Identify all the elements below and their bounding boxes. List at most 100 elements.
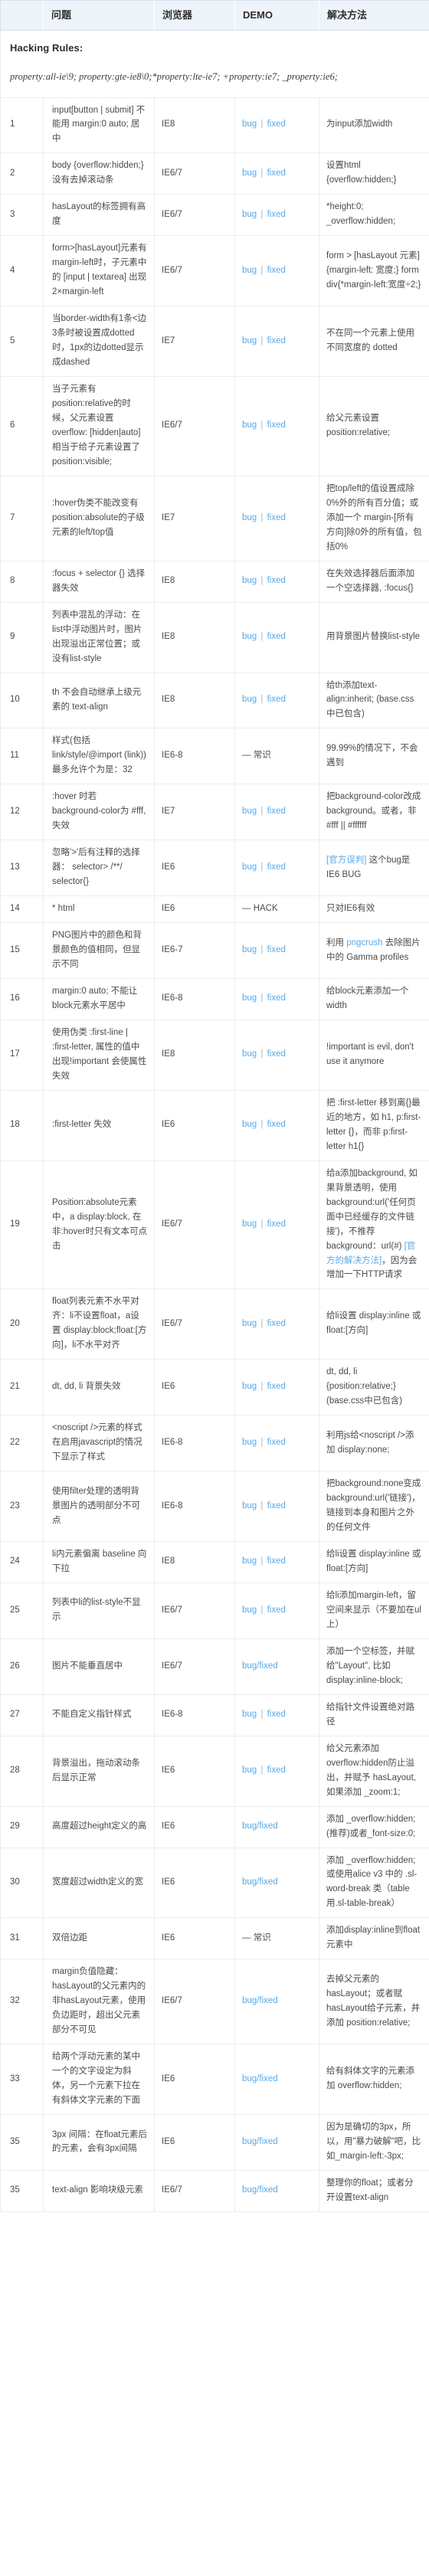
bug-link[interactable]: bug [242, 695, 257, 704]
fixed-link[interactable]: fixed [267, 1438, 286, 1447]
bug-fixed-link[interactable]: bug/fixed [242, 2074, 278, 2083]
browser-cell: IE8 [154, 1019, 235, 1091]
browser-cell: IE6-8 [154, 1471, 235, 1542]
table-row: 32 margin负值隐藏：hasLayout的父元素内的非hasLayout元素… [0, 1959, 429, 2044]
browser-cell: IE7 [154, 475, 235, 561]
fixed-link[interactable]: fixed [267, 169, 286, 178]
demo-cell: bug/fixed [234, 2169, 319, 2212]
bug-link[interactable]: bug [242, 266, 257, 275]
bug-link[interactable]: bug [242, 1219, 257, 1229]
issue-cell: <noscript />元素的样式在启用javascript的情况下显示了样式 [43, 1415, 155, 1471]
fixed-link[interactable]: fixed [267, 266, 286, 275]
bug-link[interactable]: bug [242, 1501, 257, 1511]
fixed-link[interactable]: fixed [267, 513, 286, 522]
table-row: 25 列表中li的list-style不显示 IE6/7 bug | fixed 给li… [0, 1582, 429, 1639]
issue-cell: th 不会自动继承上级元素的 text-align [43, 672, 155, 728]
bug-link[interactable]: bug [242, 119, 257, 129]
bug-link[interactable]: bug [242, 993, 257, 1003]
bug-link[interactable]: bug [242, 169, 257, 178]
fixed-link[interactable]: fixed [267, 807, 286, 816]
issue-cell: 当子元素有position:relative的时候，父元素设置overflow:… [43, 376, 155, 476]
column-header-fix: 解决方法 [319, 0, 429, 31]
fix-reference-link[interactable]: [官方的解决方法] [326, 1242, 415, 1265]
demo-cell: bug | fixed [234, 978, 319, 1020]
bug-link[interactable]: bug [242, 1120, 257, 1129]
fixed-link[interactable]: fixed [267, 945, 286, 954]
bug-fixed-link[interactable]: bug/fixed [242, 1877, 278, 1887]
fix-cell: 整理你的float；或者分开设置text-align [319, 2169, 429, 2212]
table-row: 23 使用filter处理的透明背景图片的透明部分不可点 IE6-8 bug | fi… [0, 1471, 429, 1542]
fix-cell: 为input添加width [319, 97, 429, 153]
fix-cell: 去掉父元素的hasLayout；或者赋hasLayout给子元素，并添加 pos… [319, 1959, 429, 2044]
hacking-rules-section: Hacking Rules: property:all-ie\9; proper… [0, 30, 429, 98]
fix-cell: 给指针文件设置绝对路径 [319, 1694, 429, 1736]
fix-cell: 给父元素设置 position:relative; [319, 376, 429, 476]
demo-separator: | [258, 265, 266, 275]
bug-link[interactable]: bug [242, 576, 257, 585]
bug-link[interactable]: bug [242, 1382, 257, 1391]
fixed-link[interactable]: fixed [267, 862, 286, 872]
fix-reference-link[interactable]: pngcrush [346, 938, 382, 948]
bug-fixed-link[interactable]: bug/fixed [242, 1996, 278, 2005]
fixed-link[interactable]: fixed [267, 1049, 286, 1059]
issue-cell: dt, dd, li 背景失效 [43, 1359, 155, 1416]
row-number: 35 [0, 2169, 44, 2212]
bug-link[interactable]: bug [242, 632, 257, 641]
fixed-link[interactable]: fixed [267, 1501, 286, 1511]
fixed-link[interactable]: fixed [267, 1605, 286, 1615]
fixed-link[interactable]: fixed [267, 421, 286, 430]
bug-link[interactable]: bug [242, 336, 257, 345]
demo-note: — 常识 [242, 1933, 271, 1943]
demo-cell: bug | fixed [234, 560, 319, 603]
fixed-link[interactable]: fixed [267, 632, 286, 641]
row-number: 7 [0, 475, 44, 561]
bug-link[interactable]: bug [242, 1319, 257, 1328]
fix-cell: 利用 pngcrush 去除图片中的 Gamma profiles [319, 922, 429, 979]
bug-link[interactable]: bug [242, 421, 257, 430]
issue-cell: 样式(包括 link/style/@import (link)) 最多允许个为是… [43, 728, 155, 784]
issue-cell: 忽略'>'后有注释的选择器： selector> /**/ selector{} [43, 840, 155, 896]
demo-separator: | [258, 1219, 266, 1229]
bug-link[interactable]: bug [242, 807, 257, 816]
fixed-link[interactable]: fixed [267, 1319, 286, 1328]
fixed-link[interactable]: fixed [267, 576, 286, 585]
bug-fixed-link[interactable]: bug/fixed [242, 1661, 278, 1671]
fixed-link[interactable]: fixed [267, 1556, 286, 1566]
bug-link[interactable]: bug [242, 513, 257, 522]
bug-link[interactable]: bug [242, 1049, 257, 1059]
bug-link[interactable]: bug [242, 1766, 257, 1775]
table-row: 9 列表中混乱的浮动：在list中浮动图片时，图片出现溢出正常位置；或没有list… [0, 601, 429, 673]
fix-reference-link[interactable]: [官方误判] [326, 856, 366, 865]
fixed-link[interactable]: fixed [267, 695, 286, 704]
fixed-link[interactable]: fixed [267, 1710, 286, 1719]
bug-link[interactable]: bug [242, 1556, 257, 1566]
fixed-link[interactable]: fixed [267, 1219, 286, 1229]
bug-fixed-link[interactable]: bug/fixed [242, 2185, 278, 2195]
bug-link[interactable]: bug [242, 210, 257, 219]
fixed-link[interactable]: fixed [267, 993, 286, 1003]
bug-link[interactable]: bug [242, 1710, 257, 1719]
fixed-link[interactable]: fixed [267, 1382, 286, 1391]
table-row: 15 PNG图片中的颜色和背景颜色的值相同，但显示不同 IE6-7 bug | fix… [0, 922, 429, 979]
table-row: 17 使用伪类 :first-line | :first-letter, 属性的值… [0, 1019, 429, 1091]
bug-link[interactable]: bug [242, 945, 257, 954]
demo-separator: | [258, 119, 266, 129]
table-row: 29 高度超过height定义的高 IE6 bug/fixed 添加 _overflow… [0, 1805, 429, 1848]
browser-cell: IE6 [154, 1917, 235, 1959]
fix-cell: !important is evil, don't use it anymore [319, 1019, 429, 1091]
bug-fixed-link[interactable]: bug/fixed [242, 1822, 278, 1831]
fixed-link[interactable]: fixed [267, 336, 286, 345]
fixed-link[interactable]: fixed [267, 119, 286, 129]
bug-link[interactable]: bug [242, 1605, 257, 1615]
bug-fixed-link[interactable]: bug/fixed [242, 2137, 278, 2146]
bug-link[interactable]: bug [242, 862, 257, 872]
fixed-link[interactable]: fixed [267, 210, 286, 219]
fixed-link[interactable]: fixed [267, 1766, 286, 1775]
fix-cell: 把 :first-letter 移到离{}最近的地方，如 h1, p:first… [319, 1089, 429, 1161]
row-number: 28 [0, 1735, 44, 1807]
demo-cell: bug | fixed [234, 1089, 319, 1161]
bug-link[interactable]: bug [242, 1438, 257, 1447]
fixed-link[interactable]: fixed [267, 1120, 286, 1129]
table-row: 21 dt, dd, li 背景失效 IE6 bug | fixed dt, dd, l… [0, 1359, 429, 1416]
table-row: 35 3px 间隔：在float元素后的元素，会有3px间隔 IE6 bug/fixe… [0, 2114, 429, 2171]
